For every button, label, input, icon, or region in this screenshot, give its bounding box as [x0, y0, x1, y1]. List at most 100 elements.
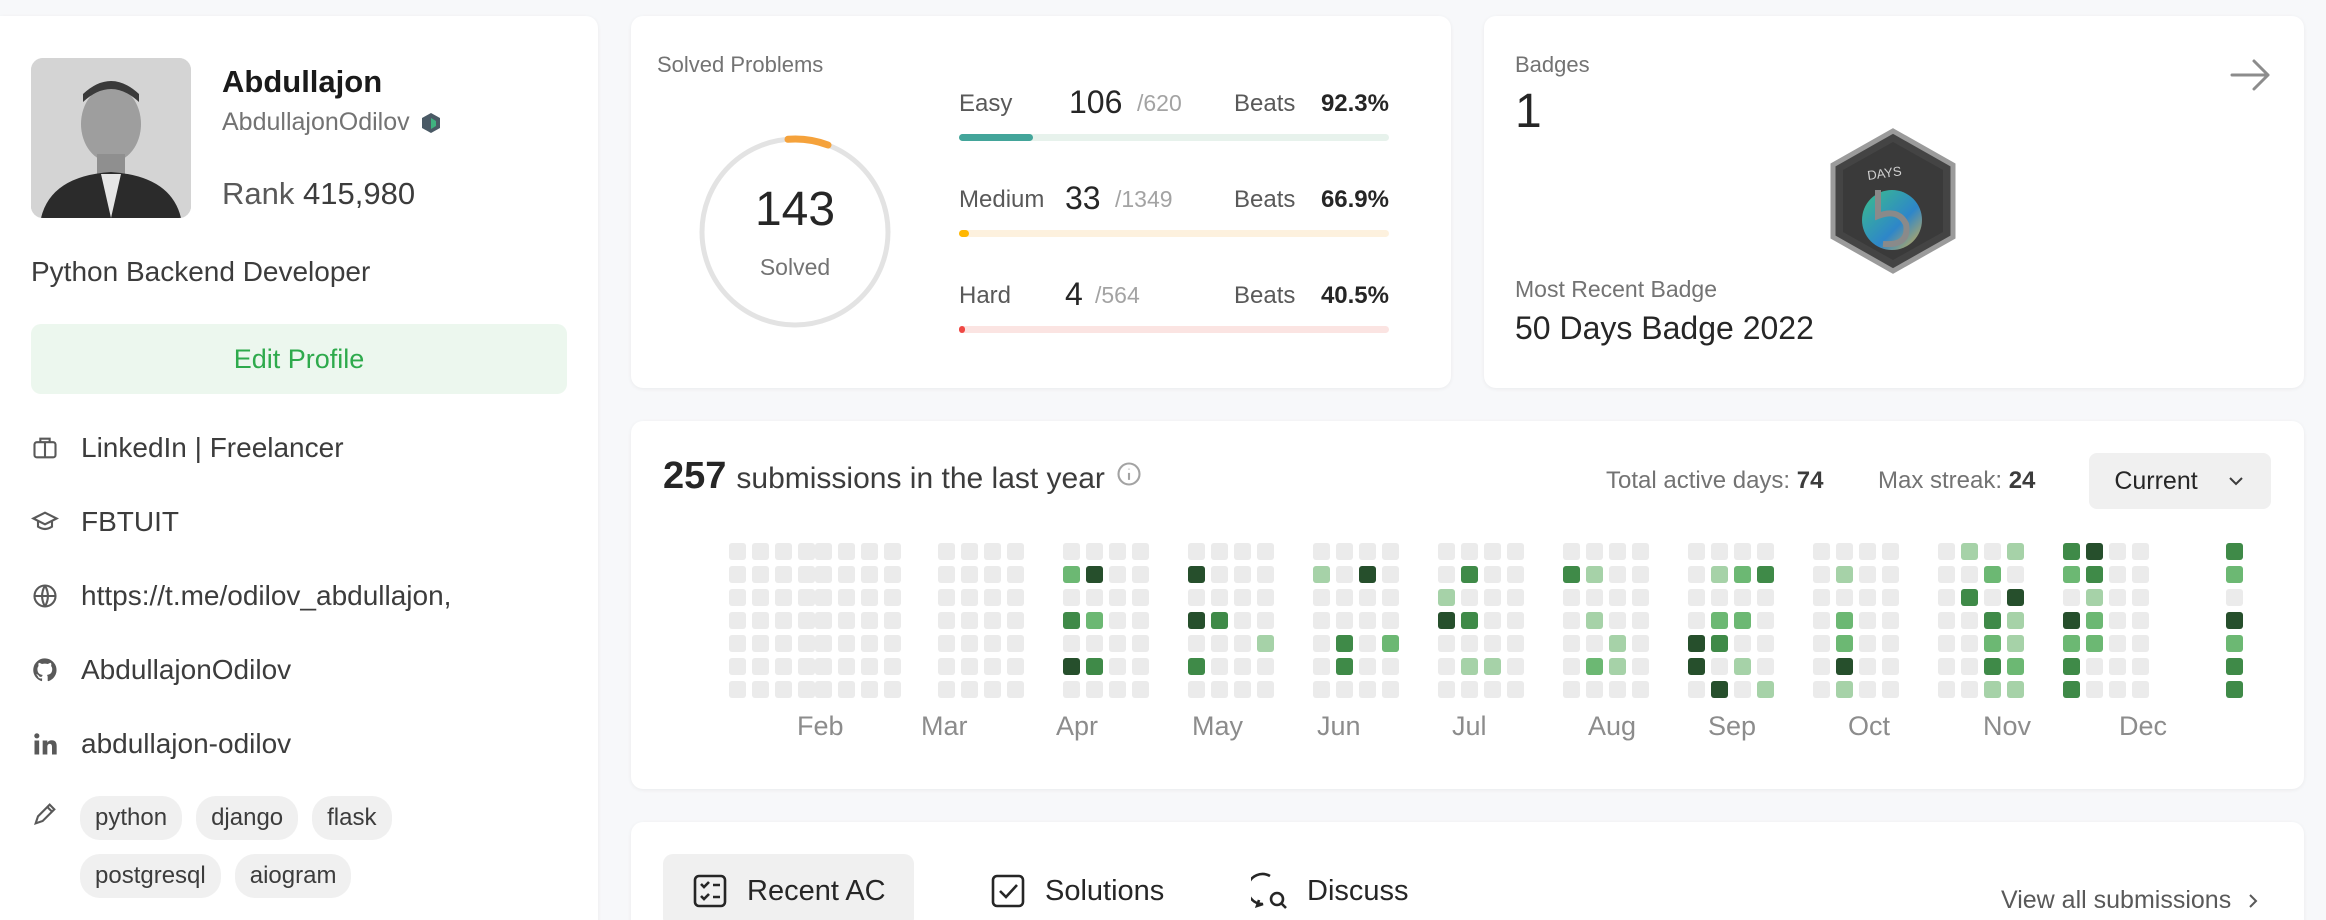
heatmap-cell[interactable] [2226, 635, 2243, 652]
heatmap-cell[interactable] [2063, 658, 2080, 675]
heatmap-cell[interactable] [775, 681, 792, 698]
heatmap-cell[interactable] [1836, 612, 1853, 629]
heatmap-cell[interactable] [1359, 566, 1376, 583]
heatmap-cell[interactable] [1313, 589, 1330, 606]
heatmap-cell[interactable] [1438, 589, 1455, 606]
heatmap-cell[interactable] [1234, 658, 1251, 675]
heatmap-cell[interactable] [1234, 612, 1251, 629]
heatmap-cell[interactable] [1109, 543, 1126, 560]
heatmap-cell[interactable] [838, 635, 855, 652]
heatmap-cell[interactable] [729, 589, 746, 606]
heatmap-cell[interactable] [2226, 658, 2243, 675]
heatmap-cell[interactable] [861, 589, 878, 606]
heatmap-cell[interactable] [729, 543, 746, 560]
heatmap-cell[interactable] [798, 658, 815, 675]
heatmap-cell[interactable] [2132, 543, 2149, 560]
heatmap-cell[interactable] [1813, 635, 1830, 652]
heatmap-cell[interactable] [1507, 543, 1524, 560]
heatmap-cell[interactable] [2109, 543, 2126, 560]
heatmap-cell[interactable] [1313, 612, 1330, 629]
heatmap-cell[interactable] [729, 658, 746, 675]
heatmap-cell[interactable] [1609, 635, 1626, 652]
heatmap-cell[interactable] [1711, 658, 1728, 675]
heatmap-cell[interactable] [1313, 658, 1330, 675]
heatmap-cell[interactable] [1711, 566, 1728, 583]
heatmap-cell[interactable] [2109, 681, 2126, 698]
heatmap-cell[interactable] [2086, 681, 2103, 698]
heatmap-cell[interactable] [1484, 543, 1501, 560]
heatmap-cell[interactable] [815, 635, 832, 652]
heatmap-cell[interactable] [1109, 681, 1126, 698]
heatmap-cell[interactable] [1109, 658, 1126, 675]
heatmap-cell[interactable] [1632, 566, 1649, 583]
heatmap-cell[interactable] [1507, 658, 1524, 675]
heatmap-cell[interactable] [1938, 658, 1955, 675]
heatmap-cell[interactable] [1836, 681, 1853, 698]
heatmap-cell[interactable] [1188, 658, 1205, 675]
heatmap-cell[interactable] [1132, 635, 1149, 652]
heatmap-cell[interactable] [2226, 681, 2243, 698]
heatmap-cell[interactable] [752, 635, 769, 652]
heatmap-cell[interactable] [1132, 612, 1149, 629]
heatmap-cell[interactable] [815, 589, 832, 606]
heatmap-cell[interactable] [1438, 658, 1455, 675]
heatmap-cell[interactable] [1484, 681, 1501, 698]
heatmap-cell[interactable] [1234, 681, 1251, 698]
heatmap-cell[interactable] [1109, 566, 1126, 583]
heatmap-cell[interactable] [1484, 589, 1501, 606]
heatmap-cell[interactable] [1563, 543, 1580, 560]
heatmap-cell[interactable] [798, 589, 815, 606]
heatmap-cell[interactable] [1688, 681, 1705, 698]
heatmap-cell[interactable] [1563, 635, 1580, 652]
heatmap-cell[interactable] [2226, 612, 2243, 629]
heatmap-cell[interactable] [1132, 681, 1149, 698]
heatmap-cell[interactable] [1586, 658, 1603, 675]
heatmap-cell[interactable] [1461, 658, 1478, 675]
heatmap-cell[interactable] [1734, 681, 1751, 698]
heatmap-cell[interactable] [2007, 612, 2024, 629]
heatmap-cell[interactable] [798, 635, 815, 652]
heatmap-cell[interactable] [1211, 658, 1228, 675]
heatmap-cell[interactable] [1609, 589, 1626, 606]
heatmap-cell[interactable] [1984, 658, 2001, 675]
heatmap-cell[interactable] [1688, 589, 1705, 606]
heatmap-cell[interactable] [2226, 543, 2243, 560]
heatmap-cell[interactable] [798, 543, 815, 560]
heatmap-cell[interactable] [884, 612, 901, 629]
heatmap-cell[interactable] [2007, 681, 2024, 698]
heatmap-cell[interactable] [1757, 681, 1774, 698]
heatmap-cell[interactable] [2086, 589, 2103, 606]
heatmap-cell[interactable] [1734, 635, 1751, 652]
heatmap-cell[interactable] [984, 589, 1001, 606]
heatmap-cell[interactable] [1961, 681, 1978, 698]
heatmap-cell[interactable] [1859, 612, 1876, 629]
heatmap-cell[interactable] [1632, 543, 1649, 560]
heatmap-cell[interactable] [1984, 566, 2001, 583]
info-github[interactable]: AbdullajonOdilov [31, 654, 291, 686]
heatmap-cell[interactable] [861, 566, 878, 583]
heatmap-cell[interactable] [1859, 589, 1876, 606]
heatmap-cell[interactable] [2132, 681, 2149, 698]
heatmap-cell[interactable] [1813, 543, 1830, 560]
heatmap-cell[interactable] [1632, 681, 1649, 698]
heatmap-cell[interactable] [1609, 612, 1626, 629]
heatmap-cell[interactable] [984, 566, 1001, 583]
heatmap-cell[interactable] [938, 589, 955, 606]
heatmap-cell[interactable] [2226, 566, 2243, 583]
heatmap-cell[interactable] [1234, 566, 1251, 583]
info-linkedin[interactable]: abdullajon-odilov [31, 728, 291, 760]
heatmap-cell[interactable] [2063, 612, 2080, 629]
heatmap-cell[interactable] [815, 543, 832, 560]
heatmap-cell[interactable] [1336, 635, 1353, 652]
heatmap-cell[interactable] [2132, 635, 2149, 652]
heatmap-cell[interactable] [961, 635, 978, 652]
heatmap-cell[interactable] [861, 681, 878, 698]
heatmap-cell[interactable] [1086, 658, 1103, 675]
heatmap-cell[interactable] [1938, 681, 1955, 698]
heatmap-cell[interactable] [1336, 589, 1353, 606]
heatmap-cell[interactable] [729, 612, 746, 629]
heatmap-cell[interactable] [1632, 612, 1649, 629]
heatmap-cell[interactable] [1961, 543, 1978, 560]
heatmap-cell[interactable] [1507, 635, 1524, 652]
heatmap-cell[interactable] [1336, 543, 1353, 560]
